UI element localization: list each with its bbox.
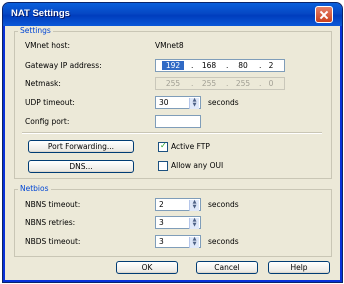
active-ftp-checkbox[interactable]: ✓ — [158, 141, 168, 152]
netmask-field: 255 . 255 . 255 . 0 — [155, 77, 285, 90]
vmnet-host-value: VMnet8 — [155, 41, 184, 50]
window-title: NAT Settings — [11, 8, 70, 19]
dns-button[interactable]: DNS... — [28, 160, 134, 173]
spinner-down-icon[interactable]: ▼ — [193, 102, 197, 108]
nbns-retries-label: NBNS retries: — [25, 218, 76, 227]
nbns-retries-field[interactable]: 3 ▲ ▼ — [155, 216, 201, 229]
close-icon[interactable] — [315, 6, 333, 23]
udp-timeout-field[interactable]: 30 ▲ ▼ — [155, 96, 201, 109]
check-icon: ✓ — [160, 141, 167, 150]
cancel-button[interactable]: Cancel — [196, 261, 258, 274]
gateway-ip-octet-4[interactable]: 2 — [260, 61, 282, 70]
spinner-down-icon[interactable]: ▼ — [193, 204, 197, 210]
ip-separator: . — [226, 79, 229, 88]
active-ftp-label[interactable]: Active FTP — [171, 142, 210, 151]
ip-separator: . — [191, 79, 194, 88]
netbios-group-title: Netbios — [18, 184, 51, 193]
gateway-ip-octet-2[interactable]: 168 — [198, 61, 220, 70]
vmnet-host-label: VMnet host: — [25, 41, 71, 50]
nbds-timeout-label: NBDS timeout: — [25, 237, 81, 246]
allow-any-oui-label[interactable]: Allow any OUI — [171, 161, 223, 170]
netmask-label: Netmask: — [25, 79, 61, 88]
settings-group-title: Settings — [18, 26, 53, 35]
nbns-timeout-label: NBNS timeout: — [25, 200, 81, 209]
config-port-field[interactable] — [155, 115, 201, 128]
gateway-ip-octet-3[interactable]: 80 — [232, 61, 254, 70]
settings-divider — [22, 132, 322, 134]
ip-separator: . — [191, 61, 194, 70]
gateway-ip-field[interactable]: 192 . 168 . 80 . 2 — [155, 59, 285, 72]
udp-timeout-value: 30 — [159, 98, 169, 107]
nbds-timeout-value: 3 — [159, 237, 164, 246]
config-port-label: Config port: — [25, 117, 70, 126]
nbns-timeout-value: 2 — [159, 200, 164, 209]
gateway-ip-label: Gateway IP address: — [25, 61, 102, 70]
nbds-timeout-field[interactable]: 3 ▲ ▼ — [155, 235, 201, 248]
netmask-octet-1: 255 — [165, 79, 181, 88]
nbns-retries-spinner[interactable]: ▲ ▼ — [189, 218, 199, 229]
nbns-timeout-spinner[interactable]: ▲ ▼ — [189, 200, 199, 211]
netmask-octet-2: 255 — [201, 79, 217, 88]
port-forwarding-button[interactable]: Port Forwarding... — [28, 140, 134, 153]
spinner-down-icon[interactable]: ▼ — [193, 241, 197, 247]
help-button[interactable]: Help — [268, 261, 330, 274]
nbds-timeout-unit: seconds — [208, 237, 239, 246]
ip-separator: . — [226, 61, 229, 70]
nbns-timeout-field[interactable]: 2 ▲ ▼ — [155, 198, 201, 211]
spinner-down-icon[interactable]: ▼ — [193, 222, 197, 228]
udp-timeout-spinner[interactable]: ▲ ▼ — [189, 98, 199, 109]
allow-any-oui-checkbox[interactable] — [158, 161, 168, 171]
netmask-octet-4: 0 — [268, 79, 274, 88]
nbns-timeout-unit: seconds — [208, 200, 239, 209]
dialog-body: Settings VMnet host: VMnet8 Gateway IP a… — [6, 26, 339, 279]
udp-timeout-unit: seconds — [208, 98, 239, 107]
nat-settings-dialog: NAT Settings Settings VMnet host: VMnet8… — [2, 2, 343, 283]
netmask-octet-3: 255 — [235, 79, 251, 88]
ok-button[interactable]: OK — [116, 261, 178, 274]
udp-timeout-label: UDP timeout: — [25, 98, 75, 107]
title-bar[interactable]: NAT Settings — [3, 3, 342, 26]
nbns-retries-value: 3 — [159, 218, 164, 227]
gateway-ip-octet-1[interactable]: 192 — [162, 61, 184, 70]
nbds-timeout-spinner[interactable]: ▲ ▼ — [189, 237, 199, 248]
